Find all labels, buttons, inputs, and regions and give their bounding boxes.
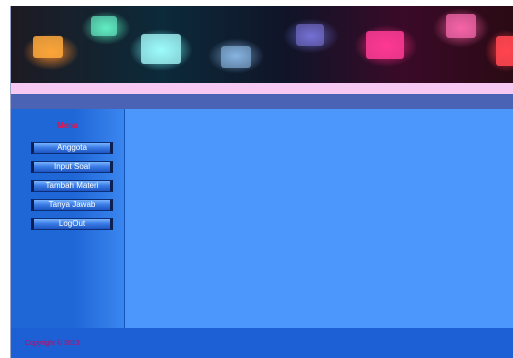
copyright-text: Copyright © 2013: [25, 340, 80, 347]
banner-cube-teal: [91, 16, 117, 36]
banner-cube-orange: [33, 36, 63, 58]
banner-cube-pink: [446, 14, 476, 38]
banner-cube-red: [496, 36, 513, 66]
banner-cube-magenta: [366, 31, 404, 59]
banner-cube-blue: [221, 46, 251, 68]
menu-button-anggota[interactable]: Anggota: [31, 142, 113, 154]
sidebar: Menu Anggota Input Soal Tambah Materi Ta…: [11, 109, 125, 328]
menu-button-input-soal[interactable]: Input Soal: [31, 161, 113, 173]
main-content: [125, 109, 513, 328]
banner-cube-cyan: [141, 34, 181, 64]
footer: Copyright © 2013: [11, 328, 513, 358]
nav-bar: [11, 94, 513, 109]
menu-button-tanya-jawab[interactable]: Tanya Jawab: [31, 199, 113, 211]
page-frame: Menu Anggota Input Soal Tambah Materi Ta…: [10, 6, 513, 358]
menu-button-logout[interactable]: LogOut: [31, 218, 113, 230]
banner-cube-violet: [296, 24, 324, 46]
menu-title: Menu: [57, 121, 78, 130]
menu-button-tambah-materi[interactable]: Tambah Materi: [31, 180, 113, 192]
header-banner: [11, 6, 513, 83]
header-pink-strip: [11, 83, 513, 94]
